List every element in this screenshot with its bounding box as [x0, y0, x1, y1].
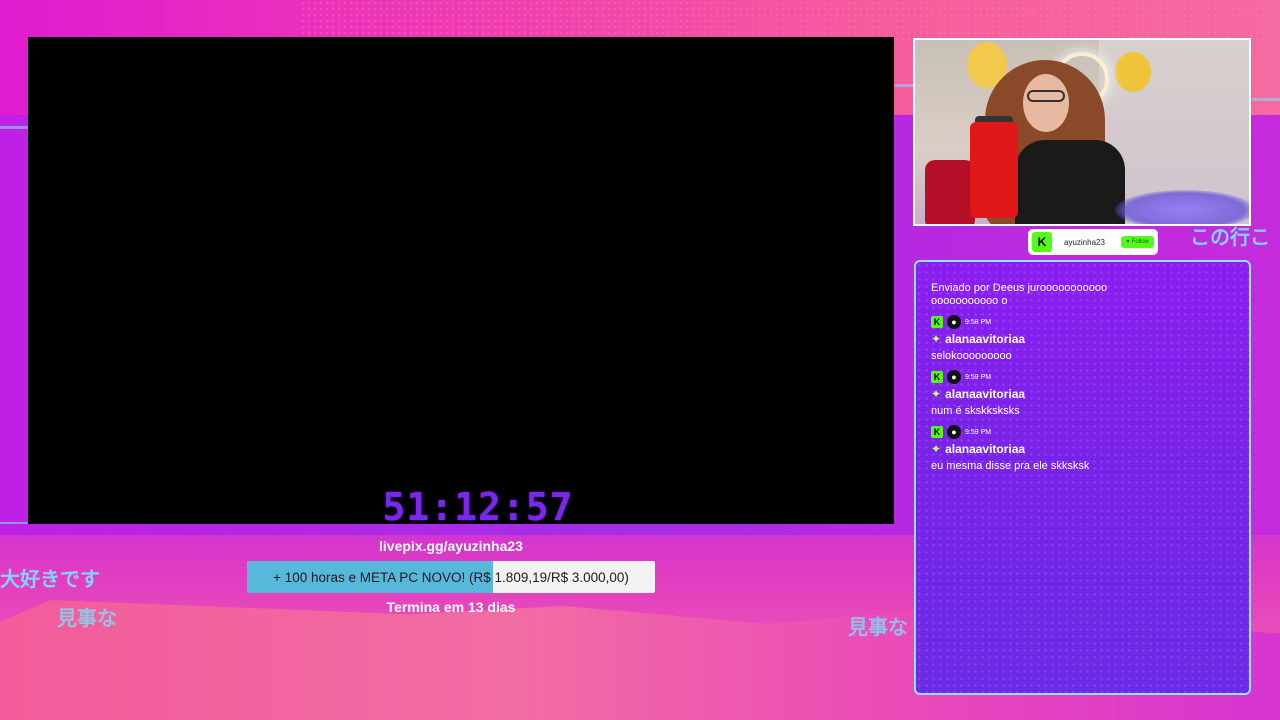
kick-logo-icon: K: [1032, 232, 1052, 252]
donation-goal-text: + 100 horas e META PC NOVO! (R$ 1.809,19…: [273, 569, 629, 585]
decor-stripe: [895, 84, 913, 87]
chat-panel[interactable]: Enviado por Deeus jurooooooooooooooooooo…: [914, 260, 1251, 695]
decor-stripe: [1252, 98, 1280, 101]
chat-message-text: num é skskksksks: [931, 405, 1020, 417]
red-bottle-shape: [970, 122, 1018, 218]
user-icon: ●: [947, 425, 961, 439]
chat-message-text: eu mesma disse pra ele skksksk: [931, 460, 1090, 472]
kick-logo-icon: K: [931, 316, 943, 328]
chat-message-text: Enviado por Deeus jurooooooooooooooooooo…: [931, 282, 1108, 307]
webcam-feed: [913, 38, 1251, 226]
chat-timestamp: 9:59 PM: [965, 373, 992, 381]
chat-message-meta: K ● 9:59 PM: [931, 369, 1111, 385]
kick-follow-bar: K ayuzinha23 ♥ Follow: [1028, 229, 1158, 255]
decor-japanese-text: 大好きです: [0, 567, 100, 591]
chat-user-line: ✦ alanaavitoriaa: [931, 440, 1111, 457]
balloon-shape: [1115, 52, 1151, 92]
donation-goal-bar: + 100 horas e META PC NOVO! (R$ 1.809,19…: [247, 561, 655, 593]
sparkle-icon: ✦: [931, 331, 942, 346]
user-icon: ●: [947, 370, 961, 384]
countdown-timer: 51:12:57: [382, 485, 574, 529]
decor-stripe: [0, 126, 28, 129]
livepix-url[interactable]: livepix.gg/ayuzinha23: [247, 538, 655, 554]
chat-username[interactable]: alanaavitoriaa: [945, 442, 1025, 456]
follow-button-label: Follow: [1131, 239, 1149, 245]
chat-user-line: ✦ alanaavitoriaa: [931, 385, 1111, 402]
chat-username[interactable]: alanaavitoriaa: [945, 387, 1025, 401]
follow-button[interactable]: ♥ Follow: [1121, 236, 1154, 248]
sparkle-icon: ✦: [931, 441, 942, 456]
heart-icon: ♥: [1126, 239, 1130, 245]
chat-timestamp: 9:59 PM: [965, 428, 992, 436]
user-icon: ●: [947, 315, 961, 329]
chat-timestamp: 9:58 PM: [965, 318, 992, 326]
chat-message-meta: K ● 9:59 PM: [931, 424, 1111, 440]
chat-username[interactable]: alanaavitoriaa: [945, 332, 1025, 346]
goal-ends-text: Termina em 13 dias: [386, 599, 516, 615]
chat-user-line: ✦ alanaavitoriaa: [931, 330, 1111, 347]
decor-japanese-text: 見事な: [57, 606, 117, 630]
stream-video-area[interactable]: 51:12:57: [28, 37, 894, 529]
sparkle-icon: ✦: [931, 386, 942, 401]
chat-message-meta: K ● 9:58 PM: [931, 314, 1111, 330]
decor-japanese-text: 見事な: [848, 615, 908, 639]
chat-message-text: selokooooooooo: [931, 350, 1012, 362]
background-dots: [300, 0, 1280, 40]
kick-logo-icon: K: [931, 371, 943, 383]
kick-logo-icon: K: [931, 426, 943, 438]
channel-name: ayuzinha23: [1064, 237, 1105, 247]
